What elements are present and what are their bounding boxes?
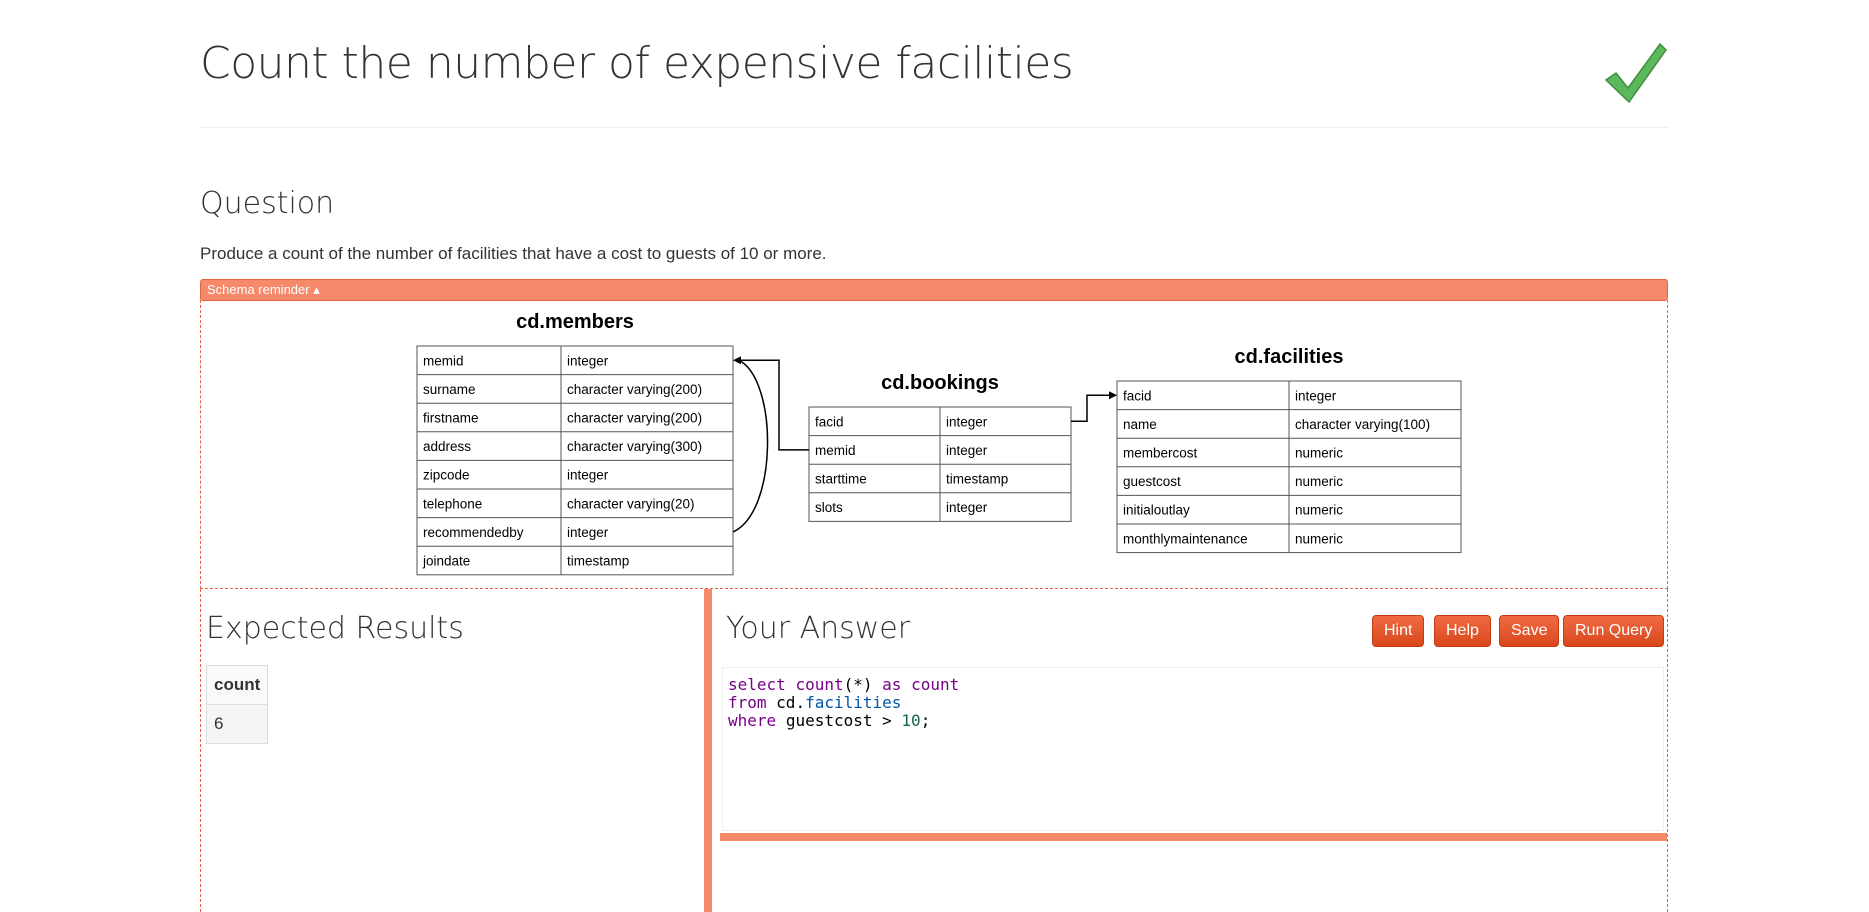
check-icon (1604, 42, 1667, 104)
schema-column-type: integer (567, 468, 609, 483)
question-heading: Question (200, 186, 335, 221)
schema-column-name: joindate (422, 554, 470, 569)
expected-results-heading: Expected Results (206, 611, 464, 646)
code-token: select (728, 675, 786, 694)
run-query-button[interactable]: Run Query (1563, 615, 1665, 647)
connector-arrowhead (1109, 391, 1117, 400)
sql-editor[interactable]: select count(*) as count from cd.facilit… (722, 667, 1664, 831)
schema-column-name: firstname (423, 411, 479, 426)
schema-reminder-toggle[interactable]: Schema reminder ▴ (200, 279, 1668, 301)
schema-column-name: address (423, 439, 471, 454)
schema-column-name: name (1123, 417, 1157, 432)
schema-column-type: integer (567, 525, 609, 540)
question-text: Produce a count of the number of facilit… (200, 244, 827, 263)
schema-column-name: memid (815, 443, 856, 458)
schema-column-name: starttime (815, 472, 867, 487)
schema-column-name: slots (815, 500, 843, 515)
code-token: count (795, 675, 844, 694)
code-token: from (728, 693, 767, 712)
schema-column-name: membercost (1123, 446, 1198, 461)
schema-column-type: numeric (1295, 446, 1343, 461)
your-answer-panel: Your Answer Hint Help Save Run Query sel… (712, 589, 1668, 912)
schema-column-type: integer (946, 500, 988, 515)
schema-reminder-label: Schema reminder ▴ (207, 282, 320, 297)
editor-resize-handle[interactable] (720, 833, 1667, 841)
recommendedby-connector (732, 359, 769, 533)
code-token: 10 (901, 711, 921, 730)
code-token: as (882, 675, 902, 694)
schema-column-type: character varying(20) (567, 496, 695, 511)
your-answer-heading: Your Answer (726, 611, 911, 646)
title-divider (200, 127, 1668, 128)
code-token: where (728, 711, 777, 730)
code-token: facilities (805, 693, 902, 712)
sql-code[interactable]: select count(*) as count from cd.facilit… (728, 676, 959, 730)
table-cell: 6 (206, 704, 268, 744)
code-token: cd. (776, 693, 806, 712)
schema-column-name: telephone (423, 496, 482, 511)
schema-column-type: timestamp (946, 472, 1008, 487)
members-table-title: cd.members (516, 311, 634, 333)
schema-column-type: character varying(300) (567, 439, 702, 454)
schema-column-name: surname (423, 382, 476, 397)
schema-column-name: facid (1123, 388, 1152, 403)
page-title: Count the number of expensive facilities (200, 38, 1074, 89)
table-row: 6 (206, 704, 268, 744)
expected-results-panel: Expected Results count 6 (200, 589, 706, 912)
schema-column-type: numeric (1295, 531, 1343, 546)
bookings-facid-connector (1071, 394, 1111, 423)
schema-column-type: character varying(100) (1295, 417, 1430, 432)
schema-column-name: recommendedby (423, 525, 524, 540)
code-token: guestcost > (785, 711, 892, 730)
panel-splitter[interactable] (704, 589, 712, 912)
facilities-table-title: cd.facilities (1235, 346, 1344, 368)
bookings-memid-connector (739, 359, 809, 451)
bookings-table-title: cd.bookings (881, 372, 999, 394)
schema-diagram: cd.members memid integer surname character v… (416, 311, 1462, 576)
schema-column-type: character varying(200) (567, 411, 702, 426)
schema-column-name: memid (423, 353, 464, 368)
schema-column-name: guestcost (1123, 474, 1181, 489)
schema-diagram-panel: cd.members memid integer surname character v… (200, 300, 1668, 589)
help-button[interactable]: Help (1434, 615, 1491, 647)
schema-column-type: numeric (1295, 503, 1343, 518)
page-container: Count the number of expensive facilities… (200, 0, 1668, 912)
schema-column-type: integer (946, 443, 988, 458)
save-button[interactable]: Save (1499, 615, 1560, 647)
hint-button[interactable]: Hint (1372, 615, 1425, 647)
code-token: (*) (843, 675, 873, 694)
schema-column-type: character varying(200) (567, 382, 702, 397)
schema-column-name: monthlymaintenance (1123, 531, 1248, 546)
code-token: count (911, 675, 960, 694)
expected-results-table: count 6 (206, 665, 269, 744)
code-token: ; (920, 711, 931, 730)
schema-column-name: facid (815, 414, 844, 429)
schema-column-type: integer (567, 353, 609, 368)
schema-column-type: numeric (1295, 474, 1343, 489)
column-header-count: count (206, 665, 268, 705)
schema-column-type: timestamp (567, 554, 629, 569)
schema-column-name: zipcode (423, 468, 470, 483)
table-header-row: count (206, 665, 268, 705)
schema-column-type: integer (946, 414, 988, 429)
schema-column-name: initialoutlay (1123, 503, 1190, 518)
schema-column-type: integer (1295, 388, 1337, 403)
